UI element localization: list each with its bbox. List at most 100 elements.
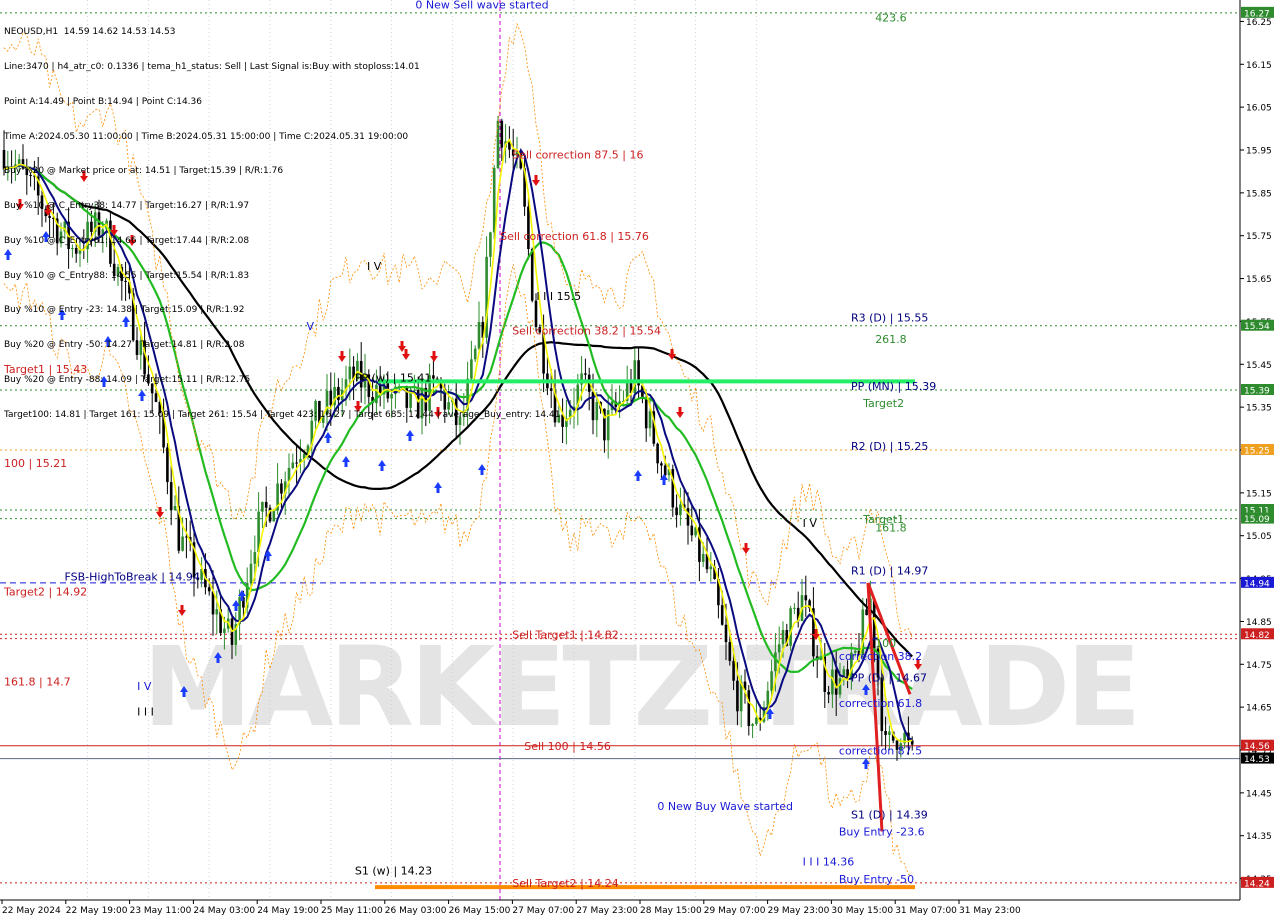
candle-body [834,669,838,695]
candle-body [838,678,842,695]
candle-body [656,443,659,464]
info-line-symbol: NEOUSD,H1 14.59 14.62 14.53 14.53 [4,27,176,38]
candle-body [264,501,268,508]
annotation-label: 161.8 [875,521,907,534]
annotation-label: Buy Entry -23.6 [839,826,925,839]
candle-body [686,508,690,526]
price-tick-label: 15.35 [1246,404,1272,414]
price-tick-label: 16.25 [1246,18,1272,28]
annotation-label: I V [137,680,152,693]
price-tick-label: 14.85 [1246,618,1272,628]
candle-body [884,730,887,735]
candle-body [679,504,682,516]
annotation-label: 261.8 [875,333,907,346]
candle-body [595,402,599,421]
annotation-label: 0 New Buy Wave started [657,800,793,813]
annotation-label: PP (D) | 14.67 [851,671,927,684]
candle-body [751,724,754,726]
annotation-label: 100 [875,637,896,650]
watermark-text: MARKETZITRADE [143,623,1138,751]
annotation-label: Sell Target1 | 14.82 [512,629,619,642]
candle-body [736,680,739,712]
time-tick-label: 31 May 23:00 [959,906,1021,916]
time-tick-label: 28 May 15:00 [640,906,702,916]
candle-body [732,660,735,681]
price-tag-label: 15.09 [1244,515,1270,525]
candle-body [865,609,868,616]
time-tick-label: 30 May 15:00 [831,906,893,916]
annotation-label: FSB-HighToBreak | 14.94 [65,571,200,584]
candle-body [166,447,169,483]
annotation-label: R2 (D) | 15.25 [851,440,928,453]
candle-body [261,501,264,512]
candle-body [169,482,173,511]
candle-body [781,629,785,645]
time-tick-label: 31 May 07:00 [895,906,957,916]
price-tick-label: 14.65 [1246,704,1272,714]
annotation-label: correction 38.2 [839,650,922,663]
price-tag-label: 14.94 [1244,579,1270,589]
price-tag-label: 14.53 [1244,755,1270,765]
candle-body [747,690,751,726]
price-axis: 14.2514.3514.4514.5514.6514.7514.8514.95… [1239,0,1280,920]
annotation-label: R3 (D) | 15.55 [851,311,928,324]
candle-body [888,731,891,735]
candle-body [793,607,796,609]
candle-body [755,717,758,725]
price-tick-label: 15.05 [1246,532,1272,542]
candle-body [789,608,792,646]
candle-body [295,462,298,464]
candle-body [728,642,732,661]
candle-body [720,605,724,625]
time-tick-label: 29 May 07:00 [704,906,766,916]
annotation-label: Buy Entry -50 [839,873,914,886]
price-tick-label: 15.95 [1246,147,1272,157]
candle-body [663,465,667,476]
annotation-label: Sell 100 | 14.56 [524,740,611,753]
annotation-label: correction 87.5 [839,744,922,757]
price-tick-label: 15.85 [1246,189,1272,199]
candle-body [644,398,648,429]
price-tag-label: 15.39 [1244,387,1270,397]
price-axis-bg [1240,0,1280,920]
candle-body [584,373,587,375]
price-tag-label: 15.54 [1244,322,1270,332]
price-tick-label: 15.45 [1246,361,1272,371]
annotation-label: S1 (D) | 14.39 [851,809,928,822]
price-tick-label: 14.75 [1246,661,1272,671]
annotation-label: S1 (w) | 14.23 [355,864,432,877]
annotation-label: I I I [137,706,154,719]
candle-body [291,462,295,468]
annotation-label: I V [803,517,818,530]
time-tick-label: 27 May 23:00 [576,906,638,916]
candle-body [223,628,226,634]
candle-body [181,536,184,551]
price-tick-label: 14.45 [1246,789,1272,799]
time-tick-label: 22 May 19:00 [66,906,128,916]
candle-body [690,525,694,536]
annotation-label: PP (MN) | 15.39 [851,380,936,393]
info-line-buy-c38: Buy %10 @ C_Entry38: 14.77 | Target:16.2… [4,201,250,212]
candle-body [249,563,253,583]
price-tag-label: 15.25 [1244,447,1270,457]
candle-body [724,624,728,643]
candle-body [701,553,705,562]
price-tick-label: 16.05 [1246,104,1272,114]
info-line-buy-c61: Buy %10 @ C_Entry61: 14.66 | Target:17.4… [4,235,250,246]
price-tick-label: 15.75 [1246,232,1272,242]
candle-body [268,507,272,522]
candle-body [280,483,283,494]
time-tick-label: 25 May 11:00 [321,906,383,916]
annotation-label: R1 (D) | 14.97 [851,564,928,577]
time-tick-label: 22 May 2024 [2,906,61,916]
time-tick-label: 29 May 23:00 [768,906,830,916]
candle-body [675,507,678,516]
candle-body [774,652,777,672]
time-tick-label: 27 May 07:00 [512,906,574,916]
annotation-label: 423.6 [875,11,907,24]
candle-body [173,506,177,511]
price-tick-label: 15.65 [1246,275,1272,285]
price-tag-label: 16.27 [1244,9,1270,19]
watermark: MARKETZITRADE [143,623,1142,751]
time-tick-label: 24 May 19:00 [257,906,319,916]
